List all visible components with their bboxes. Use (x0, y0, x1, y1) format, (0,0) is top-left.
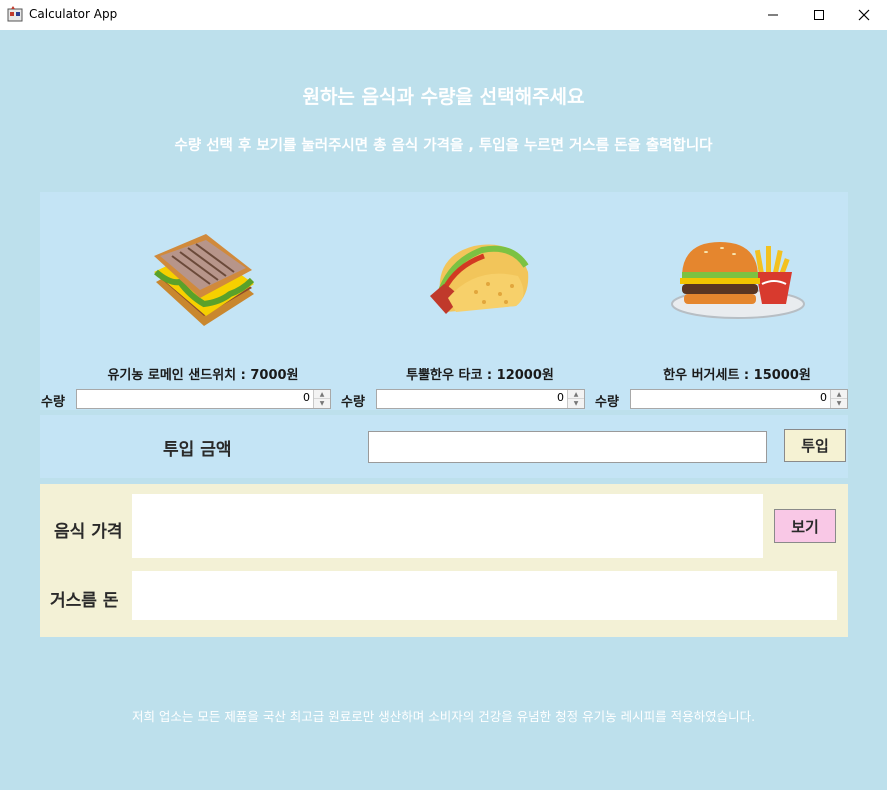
spinner-up-arrow-icon[interactable]: ▲ (314, 390, 330, 399)
quantity-label-sandwich: 수량 (41, 395, 65, 410)
food-label-burger-set: 한우 버거세트 : 15000원 (663, 368, 811, 383)
food-label-taco: 투뿔한우 타코 : 12000원 (406, 368, 554, 383)
maximize-icon (814, 10, 824, 20)
maximize-button[interactable] (796, 0, 842, 30)
food-price-output (132, 494, 763, 558)
quantity-value: 0 (303, 391, 310, 404)
food-price-label: 음식 가격 (54, 522, 123, 542)
window-title: Calculator App (29, 7, 118, 21)
spinner-buttons: ▲ ▼ (313, 390, 330, 408)
change-label: 거스름 돈 (50, 591, 119, 611)
payment-amount-input[interactable] (368, 431, 767, 463)
quantity-spinner-burger-set[interactable]: 0 ▲ ▼ (630, 389, 848, 409)
quantity-label-burger-set: 수량 (595, 395, 619, 410)
page-subtitle: 수량 선택 후 보기를 눌러주시면 총 음식 가격을 , 투입을 누르면 거스름… (174, 138, 713, 154)
java-app-icon (7, 6, 23, 22)
window-titlebar: Calculator App (0, 0, 887, 30)
burger-set-icon (671, 242, 805, 319)
spinner-up-arrow-icon[interactable]: ▲ (831, 390, 847, 399)
close-icon (858, 9, 870, 21)
spinner-buttons: ▲ ▼ (830, 390, 847, 408)
spinner-down-arrow-icon[interactable]: ▼ (568, 399, 584, 408)
spinner-buttons: ▲ ▼ (567, 390, 584, 408)
insert-money-button[interactable]: 투입 (784, 429, 846, 462)
quantity-spinner-taco[interactable]: 0 ▲ ▼ (376, 389, 585, 409)
change-output (132, 571, 837, 620)
quantity-value: 0 (557, 391, 564, 404)
view-button[interactable]: 보기 (774, 509, 836, 543)
spinner-down-arrow-icon[interactable]: ▼ (314, 399, 330, 408)
close-button[interactable] (841, 0, 887, 30)
payment-amount-label: 투입 금액 (163, 440, 232, 460)
quantity-value: 0 (820, 391, 827, 404)
footer-note: 저희 업소는 모든 제품을 국산 최고급 원료로만 생산하며 소비자의 건강을 … (131, 709, 756, 724)
sandwich-icon (154, 234, 255, 326)
quantity-label-taco: 수량 (341, 395, 365, 410)
taco-icon (430, 244, 529, 314)
spinner-down-arrow-icon[interactable]: ▼ (831, 399, 847, 408)
spinner-up-arrow-icon[interactable]: ▲ (568, 390, 584, 399)
quantity-spinner-sandwich[interactable]: 0 ▲ ▼ (76, 389, 331, 409)
minimize-button[interactable] (750, 0, 796, 30)
page-title: 원하는 음식과 수량을 선택해주세요 (302, 86, 585, 108)
minimize-icon (768, 14, 778, 16)
food-label-sandwich: 유기농 로메인 샌드위치 : 7000원 (107, 368, 299, 383)
